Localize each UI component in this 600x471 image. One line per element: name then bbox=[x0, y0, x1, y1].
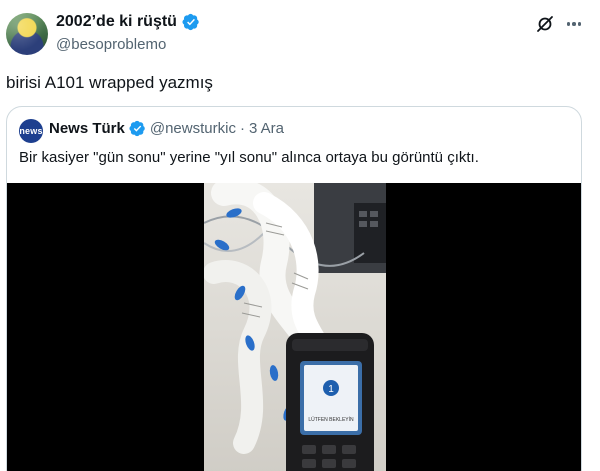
author-avatar[interactable] bbox=[6, 13, 48, 55]
quote-avatar[interactable]: news bbox=[19, 119, 43, 143]
svg-text:1: 1 bbox=[328, 384, 334, 395]
quote-display-name[interactable]: News Türk bbox=[49, 120, 125, 137]
author-name-row: 2002’de ki rüştü bbox=[56, 13, 200, 31]
quote-handle[interactable]: @newsturkic bbox=[150, 120, 236, 137]
quote-separator: · bbox=[239, 120, 245, 137]
quote-date[interactable]: 3 Ara bbox=[249, 120, 284, 137]
author-display-name[interactable]: 2002’de ki rüştü bbox=[56, 13, 177, 31]
author-handle[interactable]: @besoproblemo bbox=[56, 36, 166, 53]
grok-icon[interactable] bbox=[535, 14, 555, 34]
quote-text: Bir kasiyer "gün sonu" yerine "yıl sonu"… bbox=[19, 149, 479, 166]
video-frame: 1 LÜTFEN BEKLEYİN bbox=[204, 183, 386, 471]
quote-header: News Türk @newsturkic · 3 Ara bbox=[49, 120, 284, 137]
verified-badge-icon bbox=[182, 13, 199, 31]
quote-video[interactable]: 1 LÜTFEN BEKLEYİN bbox=[7, 183, 581, 471]
receipt-scene-image: 1 LÜTFEN BEKLEYİN bbox=[204, 183, 386, 471]
quoted-tweet-card[interactable]: news News Türk @newsturkic · 3 Ara Bir k… bbox=[6, 106, 582, 471]
quote-verified-badge-icon bbox=[129, 120, 145, 137]
more-options-icon[interactable] bbox=[564, 14, 584, 34]
terminal-screen-text: LÜTFEN BEKLEYİN bbox=[308, 416, 354, 423]
tweet-text: birisi A101 wrapped yazmış bbox=[6, 73, 213, 92]
